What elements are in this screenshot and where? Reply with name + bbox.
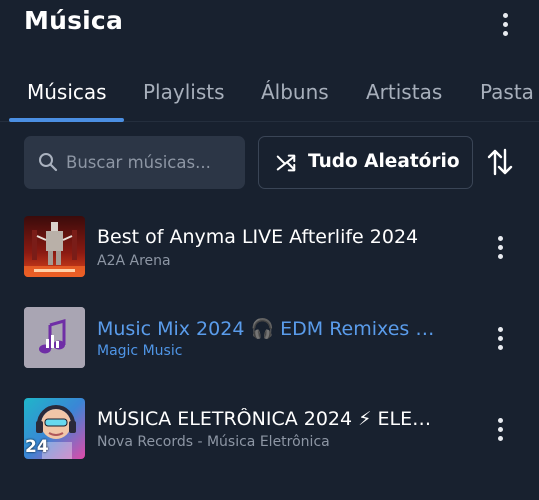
tab-albuns[interactable]: Álbuns [261,80,329,104]
search-box[interactable] [24,136,245,189]
tab-playlists[interactable]: Playlists [143,80,225,104]
music-note-artwork [24,307,85,368]
song-more-icon[interactable] [490,414,510,444]
song-title: Music Mix 2024 🎧 EDM Remixes of Popular … [97,318,442,340]
page-title: Música [24,6,124,35]
music-app: Música Músicas Playlists Álbuns Artistas… [0,0,539,500]
app-header: Música [0,0,539,50]
dj-baby-artwork: 24 [24,398,85,459]
tab-pasta[interactable]: Pasta [480,80,534,104]
song-more-icon[interactable] [490,232,510,262]
search-icon [39,153,58,172]
song-title: MÚSICA ELETRÔNICA 2024 ⚡ ELETRÔNICAS MAI… [97,408,442,430]
song-artist: A2A Arena [97,253,171,269]
shuffle-icon [276,154,296,172]
sort-icon[interactable] [486,146,514,178]
more-options-icon[interactable] [494,8,516,40]
song-artist: Nova Records - Música Eletrônica [97,434,330,450]
song-list-item[interactable]: 24 MÚSICA ELETRÔNICA 2024 ⚡ ELETRÔNICAS … [0,398,539,474]
song-artist: Magic Music [97,343,183,359]
tab-musicas[interactable]: Músicas [27,80,107,104]
tab-bar: Músicas Playlists Álbuns Artistas Pasta [0,66,539,122]
active-tab-indicator [9,118,124,122]
tab-artistas[interactable]: Artistas [366,80,442,104]
search-input[interactable] [66,146,238,178]
shuffle-all-label: Tudo Aleatório [308,151,460,172]
song-more-icon[interactable] [490,323,510,353]
song-list-item[interactable]: Best of Anyma LIVE Afterlife 2024 A2A Ar… [0,216,539,292]
album-badge: 24 [25,437,49,457]
song-title: Best of Anyma LIVE Afterlife 2024 [97,226,419,248]
song-list-item[interactable]: Music Mix 2024 🎧 EDM Remixes of Popular … [0,307,539,383]
shuffle-all-button[interactable]: Tudo Aleatório [258,136,473,189]
anyma-artwork [24,216,85,277]
